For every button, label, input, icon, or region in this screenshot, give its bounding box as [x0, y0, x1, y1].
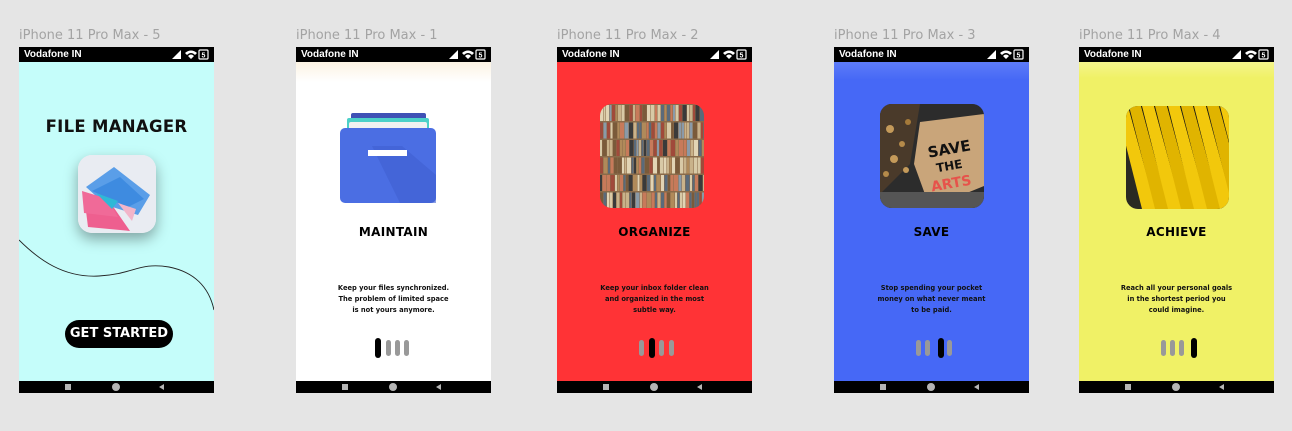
- back-icon[interactable]: [1219, 384, 1224, 390]
- frame-label-maintain: iPhone 11 Pro Max - 1: [296, 28, 438, 43]
- onboarding-description: Reach all your personal goals in the sho…: [1120, 284, 1233, 314]
- page-dot-3[interactable]: [1179, 340, 1184, 356]
- page-dot-2[interactable]: [1170, 340, 1175, 356]
- home-icon[interactable]: [927, 383, 935, 391]
- protest-sign-photo: SAVE THE ARTS: [880, 104, 984, 208]
- battery-level: 5: [1262, 53, 1266, 60]
- wifi-icon: [723, 50, 735, 59]
- battery-level: 5: [740, 53, 744, 60]
- bookshelf-photo: [600, 104, 704, 208]
- status-icons: 5: [449, 49, 486, 60]
- carrier-label: Vodafone IN: [301, 49, 359, 60]
- page-indicator[interactable]: [375, 338, 415, 358]
- home-icon[interactable]: [112, 383, 120, 391]
- navigation-bar: [834, 381, 1029, 393]
- home-icon[interactable]: [650, 383, 658, 391]
- status-bar: Vodafone IN 5: [19, 47, 214, 62]
- back-icon[interactable]: [697, 384, 702, 390]
- onboarding-title: ACHIEVE: [1146, 225, 1207, 239]
- status-icons: 5: [987, 49, 1024, 60]
- page-dot-2[interactable]: [386, 340, 391, 356]
- signal-icon: [987, 50, 996, 59]
- app-title: FILE MANAGER: [45, 117, 188, 136]
- wifi-icon: [185, 50, 197, 59]
- page-dot-3[interactable]: [395, 340, 400, 356]
- back-icon[interactable]: [974, 384, 979, 390]
- onboarding-description: Stop spending your pocket money on what …: [877, 284, 986, 314]
- top-glow: [296, 62, 491, 82]
- file-manager-logo-icon: [78, 155, 156, 233]
- page-dot-3[interactable]: [938, 338, 944, 358]
- page-indicator[interactable]: [1161, 338, 1201, 358]
- navigation-bar: [19, 381, 214, 393]
- signal-icon: [172, 50, 181, 59]
- page-indicator[interactable]: [639, 338, 679, 358]
- recents-icon[interactable]: [65, 384, 71, 390]
- top-glow: [1079, 62, 1274, 78]
- page-dot-4[interactable]: [669, 340, 674, 356]
- home-icon[interactable]: [389, 383, 397, 391]
- onboarding-title: ORGANIZE: [618, 225, 691, 239]
- status-bar: Vodafone IN 5: [557, 47, 752, 62]
- page-dot-2[interactable]: [649, 338, 655, 358]
- binders-photo: [1126, 106, 1229, 209]
- carrier-label: Vodafone IN: [24, 49, 82, 60]
- page-dot-1[interactable]: [916, 340, 921, 356]
- status-icons: 5: [1232, 49, 1269, 60]
- frame-label-achieve: iPhone 11 Pro Max - 4: [1079, 28, 1221, 43]
- wifi-icon: [462, 50, 474, 59]
- folder-icon: [340, 113, 436, 203]
- status-bar: Vodafone IN 5: [834, 47, 1029, 62]
- carrier-label: Vodafone IN: [562, 49, 620, 60]
- signal-icon: [710, 50, 719, 59]
- onboarding-title: MAINTAIN: [358, 225, 429, 239]
- page-dot-4[interactable]: [947, 340, 952, 356]
- page-dot-1[interactable]: [375, 338, 381, 358]
- recents-icon[interactable]: [880, 384, 886, 390]
- navigation-bar: [557, 381, 752, 393]
- frame-label-organize: iPhone 11 Pro Max - 2: [557, 28, 699, 43]
- signal-icon: [1232, 50, 1241, 59]
- onboarding-description: Keep your inbox folder clean and organiz…: [600, 284, 709, 314]
- frame-label-splash: iPhone 11 Pro Max - 5: [19, 28, 161, 43]
- battery-level: 5: [479, 53, 483, 60]
- wifi-icon: [1000, 50, 1012, 59]
- save-screen: Vodafone IN 5 SAVE THE ARTS SAVE Stop sp…: [834, 47, 1029, 393]
- page-dot-1[interactable]: [639, 340, 644, 356]
- page-dot-1[interactable]: [1161, 340, 1166, 356]
- splash-screen: Vodafone IN 5 FILE MANAGER GET STARTED: [19, 47, 214, 393]
- recents-icon[interactable]: [603, 384, 609, 390]
- status-bar: Vodafone IN 5: [296, 47, 491, 62]
- onboarding-description: Keep your files synchronized. The proble…: [337, 284, 450, 314]
- page-dot-3[interactable]: [659, 340, 664, 356]
- carrier-label: Vodafone IN: [1084, 49, 1142, 60]
- page-dot-4[interactable]: [1191, 338, 1197, 358]
- battery-level: 5: [1017, 53, 1021, 60]
- get-started-button[interactable]: GET STARTED: [65, 320, 173, 348]
- page-dot-2[interactable]: [925, 340, 930, 356]
- top-glow: [834, 62, 1029, 80]
- page-indicator[interactable]: [916, 338, 956, 358]
- onboarding-title: SAVE: [913, 225, 950, 239]
- back-icon[interactable]: [159, 384, 164, 390]
- page-dot-4[interactable]: [404, 340, 409, 356]
- status-bar: Vodafone IN 5: [1079, 47, 1274, 62]
- back-icon[interactable]: [436, 384, 441, 390]
- recents-icon[interactable]: [342, 384, 348, 390]
- home-icon[interactable]: [1172, 383, 1180, 391]
- achieve-screen: Vodafone IN 5 ACHIEVE Reach all your per…: [1079, 47, 1274, 393]
- maintain-screen: Vodafone IN 5 MAINTAIN Keep your files s…: [296, 47, 491, 393]
- status-icons: 5: [710, 49, 747, 60]
- status-icons: 5: [172, 49, 209, 60]
- frame-label-save: iPhone 11 Pro Max - 3: [834, 28, 976, 43]
- wifi-icon: [1245, 50, 1257, 59]
- navigation-bar: [296, 381, 491, 393]
- signal-icon: [449, 50, 458, 59]
- battery-level: 5: [202, 53, 206, 60]
- carrier-label: Vodafone IN: [839, 49, 897, 60]
- decorative-curve: [19, 239, 214, 311]
- organize-screen: Vodafone IN 5 ORGANIZE Keep your inbox f…: [557, 47, 752, 393]
- recents-icon[interactable]: [1125, 384, 1131, 390]
- navigation-bar: [1079, 381, 1274, 393]
